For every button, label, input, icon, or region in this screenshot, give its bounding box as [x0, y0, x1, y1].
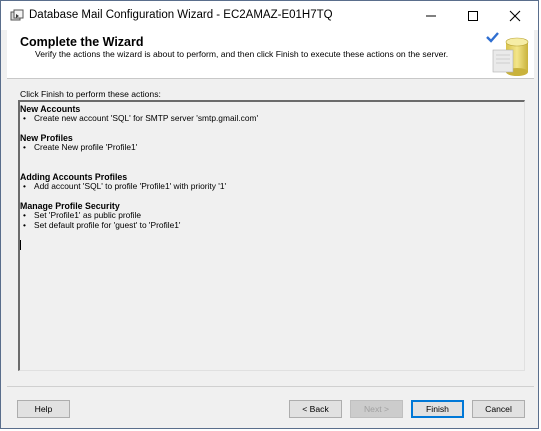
- app-wizard-icon: [10, 9, 24, 22]
- help-button[interactable]: Help: [17, 400, 70, 418]
- actions-summary-box[interactable]: New Accounts • Create new account 'SQL' f…: [18, 100, 525, 371]
- title-bar[interactable]: Database Mail Configuration Wizard - EC2…: [1, 1, 538, 30]
- wizard-header: Complete the Wizard Verify the actions t…: [7, 30, 534, 79]
- close-icon: [509, 10, 521, 22]
- back-button[interactable]: < Back: [289, 400, 342, 418]
- list-item: • Add account 'SQL' to profile 'Profile1'…: [23, 181, 227, 191]
- section-new-profiles: New Profiles • Create New profile 'Profil…: [20, 133, 137, 153]
- list-item: • Create new account 'SQL' for SMTP serve…: [23, 113, 259, 123]
- list-item: • Create New profile 'Profile1': [23, 142, 138, 152]
- maximize-button[interactable]: [450, 1, 496, 30]
- wizard-window: Database Mail Configuration Wizard - EC2…: [0, 0, 539, 429]
- page-subtitle: Verify the actions the wizard is about t…: [35, 49, 449, 59]
- maximize-icon: [468, 11, 478, 21]
- cancel-button[interactable]: Cancel: [472, 400, 525, 418]
- section-new-accounts: New Accounts • Create new account 'SQL' f…: [20, 104, 258, 124]
- section-adding-accounts-profiles: Adding Accounts Profiles • Add account 'S…: [20, 172, 226, 192]
- text-caret: [20, 240, 21, 250]
- window-title: Database Mail Configuration Wizard - EC2…: [29, 9, 333, 21]
- minimize-icon: [426, 15, 436, 17]
- section-manage-profile-security: Manage Profile Security • Set 'Profile1' …: [20, 201, 181, 230]
- wizard-body: Click Finish to perform these actions: N…: [7, 79, 534, 385]
- checkmark-database-icon: [484, 30, 534, 77]
- page-title: Complete the Wizard: [20, 35, 144, 49]
- next-button[interactable]: Next >: [350, 400, 403, 418]
- list-item: • Set default profile for 'guest' to 'Pro…: [23, 219, 181, 230]
- close-button[interactable]: [492, 1, 538, 30]
- minimize-button[interactable]: [408, 1, 454, 30]
- finish-button[interactable]: Finish: [411, 400, 464, 418]
- footer-divider: [7, 386, 534, 387]
- instruction-label: Click Finish to perform these actions:: [20, 89, 161, 99]
